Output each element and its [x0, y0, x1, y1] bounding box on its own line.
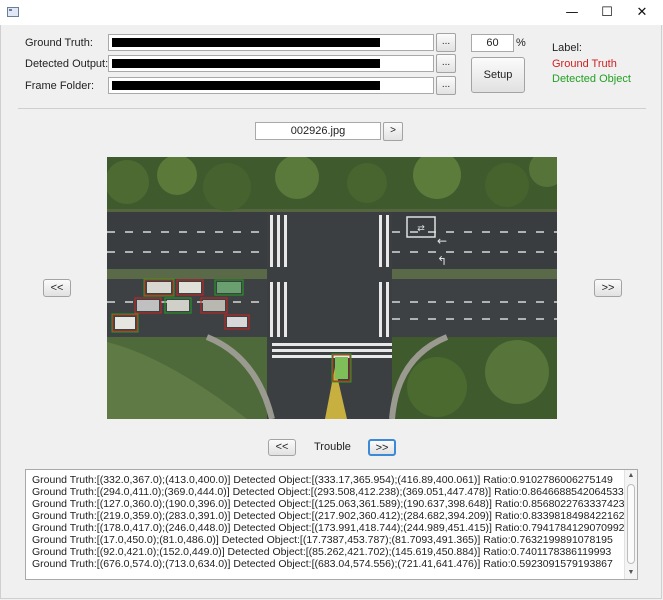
ground-truth-path-input[interactable] [108, 34, 434, 51]
ground-truth-label: Ground Truth: [25, 37, 93, 49]
log-line: Ground Truth:[(332.0,367.0);(413.0,400.0… [32, 474, 613, 486]
log-line: Ground Truth:[(294.0,411.0);(369.0,444.0… [32, 486, 624, 498]
detected-output-path-input[interactable] [108, 55, 434, 72]
redacted-path [112, 38, 380, 47]
separator [18, 108, 646, 109]
legend-detected-object: Detected Object [552, 73, 631, 85]
log-line: Ground Truth:[(178.0,417.0);(246.0,448.0… [32, 522, 625, 534]
close-button[interactable]: ✕ [625, 0, 659, 25]
legend-ground-truth: Ground Truth [552, 58, 617, 70]
scroll-down-icon[interactable]: ▼ [625, 567, 637, 579]
minimize-button[interactable]: — [555, 0, 589, 25]
log-line: Ground Truth:[(17.0,450.0);(81.0,486.0)]… [32, 534, 613, 546]
svg-text:↰: ↰ [437, 254, 447, 268]
frame-folder-path-input[interactable] [108, 77, 434, 94]
setup-button[interactable]: Setup [471, 57, 525, 93]
next-trouble-button[interactable]: >> [368, 439, 396, 456]
frame-folder-label: Frame Folder: [25, 80, 95, 92]
ground-truth-browse-button[interactable]: ... [436, 33, 456, 52]
threshold-percent-input[interactable]: 60 [471, 34, 514, 52]
prev-trouble-button[interactable]: << [268, 439, 296, 456]
redacted-path [112, 59, 380, 68]
redacted-path [112, 81, 380, 90]
next-file-button[interactable]: > [383, 122, 403, 141]
legend-title: Label: [552, 42, 582, 54]
detected-output-browse-button[interactable]: ... [436, 54, 456, 73]
percent-sign: % [516, 37, 526, 49]
frame-folder-browse-button[interactable]: ... [436, 76, 456, 95]
log-line: Ground Truth:[(92.0,421.0);(152.0,449.0)… [32, 546, 612, 558]
next-frame-button[interactable]: >> [594, 279, 622, 297]
detected-output-label: Detected Output: [25, 58, 109, 70]
svg-text:⇄: ⇄ [417, 224, 425, 234]
log-scrollbar[interactable]: ▲ ▼ [624, 470, 637, 579]
aerial-intersection-image: ⇄ ← ↰ [107, 157, 557, 419]
results-log[interactable]: Ground Truth:[(332.0,367.0);(413.0,400.0… [25, 469, 638, 580]
scroll-thumb[interactable] [627, 484, 635, 564]
maximize-button[interactable]: ☐ [590, 0, 624, 25]
prev-frame-button[interactable]: << [43, 279, 71, 297]
frame-image: ⇄ ← ↰ [107, 157, 557, 419]
scroll-up-icon[interactable]: ▲ [625, 470, 637, 482]
title-bar: — ☐ ✕ [0, 0, 663, 25]
log-line: Ground Truth:[(127.0,360.0);(190.0,396.0… [32, 498, 625, 510]
svg-text:←: ← [437, 234, 447, 248]
log-line: Ground Truth:[(219.0,359.0);(283.0,391.0… [32, 510, 625, 522]
trouble-label: Trouble [314, 441, 351, 453]
app-icon [7, 7, 19, 17]
log-line: Ground Truth:[(676.0,574.0);(713.0,634.0… [32, 558, 613, 570]
filename-input[interactable]: 002926.jpg [255, 122, 381, 140]
